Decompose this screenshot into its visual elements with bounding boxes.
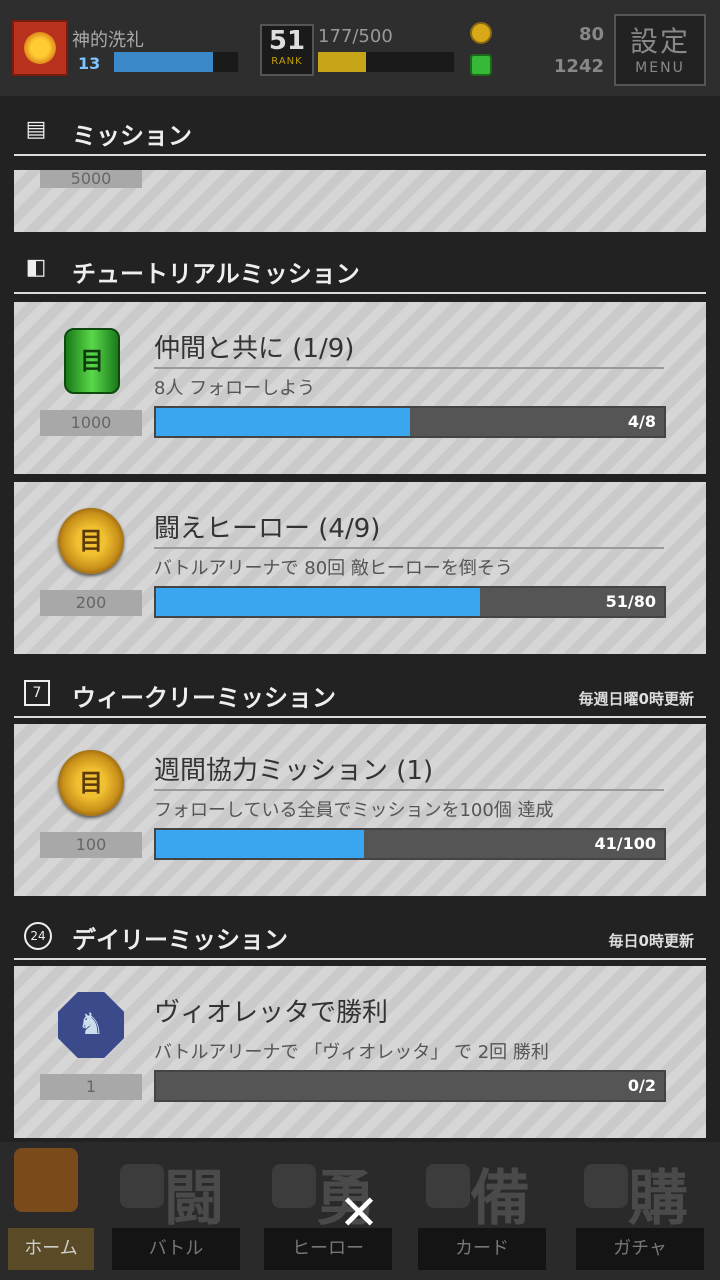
home-return-icon [14,1148,78,1212]
avatar-emblem-icon [24,32,56,64]
rank-number: 51 [268,26,306,56]
mission-panel-title: ミッション [72,122,192,150]
mission-panel-header: ▤ ミッション [14,110,706,156]
player-level: 13 [78,54,101,73]
tutorial-section-title: チュートリアルミッション [72,260,360,288]
hero-medal-icon: ♞ [58,992,124,1058]
weekly-section-header: 7 ウィークリーミッション 毎週日曜0時更新 [14,672,706,718]
gold-coin-icon: 目 [58,508,124,574]
progress-text: 4/8 [627,412,656,431]
rank-bar [318,52,454,72]
mission-progress-bar: 4/8 [154,406,666,438]
mission-card[interactable]: 目 100 週間協力ミッション (1) フォローしている全員でミッションを100… [14,724,706,896]
reward-amount: 200 [40,590,142,616]
progress-fill [156,408,410,436]
nav-tab-gacha[interactable]: 購 ガチャ [568,1142,712,1280]
coin-amount: 80 [578,24,604,45]
mission-card[interactable]: ♞ 1 ヴィオレッタで勝利 バトルアリーナで 「ヴィオレッタ」 で 2回 勝利 … [14,966,706,1138]
status-bar: 神的洗礼 13 51 RANK 177/500 80 1242 設定 MENU [0,0,720,96]
gem-icon [470,54,492,76]
reward-amount: 1 [40,1074,142,1100]
close-button[interactable]: ✕ [334,1188,384,1238]
rank-badge: 51 RANK [260,24,314,76]
mission-progress-bar: 0/2 [154,1070,666,1102]
progress-fill [156,588,480,616]
daily-section-header: 24 デイリーミッション 毎日0時更新 [14,914,706,960]
nav-tab-label: バトル [112,1228,240,1270]
rank-label: RANK [271,56,303,67]
menu-kanji: 設定 [629,25,690,58]
document-icon: ▤ [25,117,47,142]
gold-coin-icon: 目 [58,750,124,816]
nav-kanji: 購 [628,1164,688,1234]
progress-text: 41/100 [594,834,656,853]
mission-card[interactable]: 目 200 闘えヒーロー (4/9) バトルアリーナで 80回 敵ヒーローを倒そ… [14,482,706,654]
mission-description: フォローしている全員でミッションを100個 達成 [154,800,554,821]
reward-amount: 5000 [40,170,142,188]
daily-section-title: デイリーミッション [72,926,288,954]
exp-bar-fill [114,52,214,72]
nav-tab-card[interactable]: 備 カード [410,1142,554,1280]
nav-tab-label: カード [418,1228,546,1270]
weekly-reset-note: 毎週日曜0時更新 [578,690,694,708]
reward-amount: 100 [40,832,142,858]
hero-icon [272,1164,316,1208]
mission-description: 8人 フォローしよう [154,378,316,399]
nav-tab-label: ホーム [8,1228,94,1270]
gacha-icon [584,1164,628,1208]
player-avatar[interactable] [12,20,68,76]
mission-title: 仲間と共に (1/9) [154,328,664,369]
gem-amount: 1242 [553,56,604,77]
coin-icon [470,22,492,44]
mission-progress-bar: 51/80 [154,586,666,618]
exp-bar [114,52,238,72]
weekly-section-title: ウィークリーミッション [72,684,336,712]
mission-progress-bar: 41/100 [154,828,666,860]
calendar-icon: 7 [24,680,50,706]
reward-amount: 1000 [40,410,142,436]
clock-24-icon: 24 [24,922,52,950]
beginner-mark-icon: ◧ [25,255,47,280]
mission-card[interactable]: 目 1000 仲間と共に (1/9) 8人 フォローしよう 4/8 [14,302,706,474]
tutorial-section-header: ◧ チュートリアルミッション [14,248,706,294]
cards-icon [426,1164,470,1208]
gamepad-icon [120,1164,164,1208]
progress-text: 0/2 [627,1076,656,1095]
mission-description: バトルアリーナで 「ヴィオレッタ」 で 2回 勝利 [154,1042,549,1063]
nav-tab-label: ガチャ [576,1228,704,1270]
menu-button[interactable]: 設定 MENU [614,14,706,86]
mission-description: バトルアリーナで 80回 敵ヒーローを倒そう [154,558,513,579]
mission-title: 闘えヒーロー (4/9) [154,508,664,549]
green-barrel-icon: 目 [64,328,120,394]
progress-fill [156,830,365,858]
partial-mission-card[interactable]: 5000 [14,170,706,232]
mission-title: 週間協力ミッション (1) [154,750,664,791]
nav-tab-battle[interactable]: 闘 バトル [104,1142,248,1280]
mission-title: ヴィオレッタで勝利 [154,998,389,1028]
nav-kanji: 備 [470,1164,530,1234]
rank-progress-text: 177/500 [318,26,393,47]
rank-bar-fill [318,52,367,72]
mission-panel: ▤ ミッション 5000 ◧ チュートリアルミッション 目 1000 仲間と共に… [0,96,720,1142]
daily-reset-note: 毎日0時更新 [608,932,694,950]
nav-kanji: 闘 [164,1164,224,1234]
menu-label: MENU [635,60,685,76]
progress-text: 51/80 [605,592,656,611]
player-name: 神的洗礼 [72,30,144,51]
